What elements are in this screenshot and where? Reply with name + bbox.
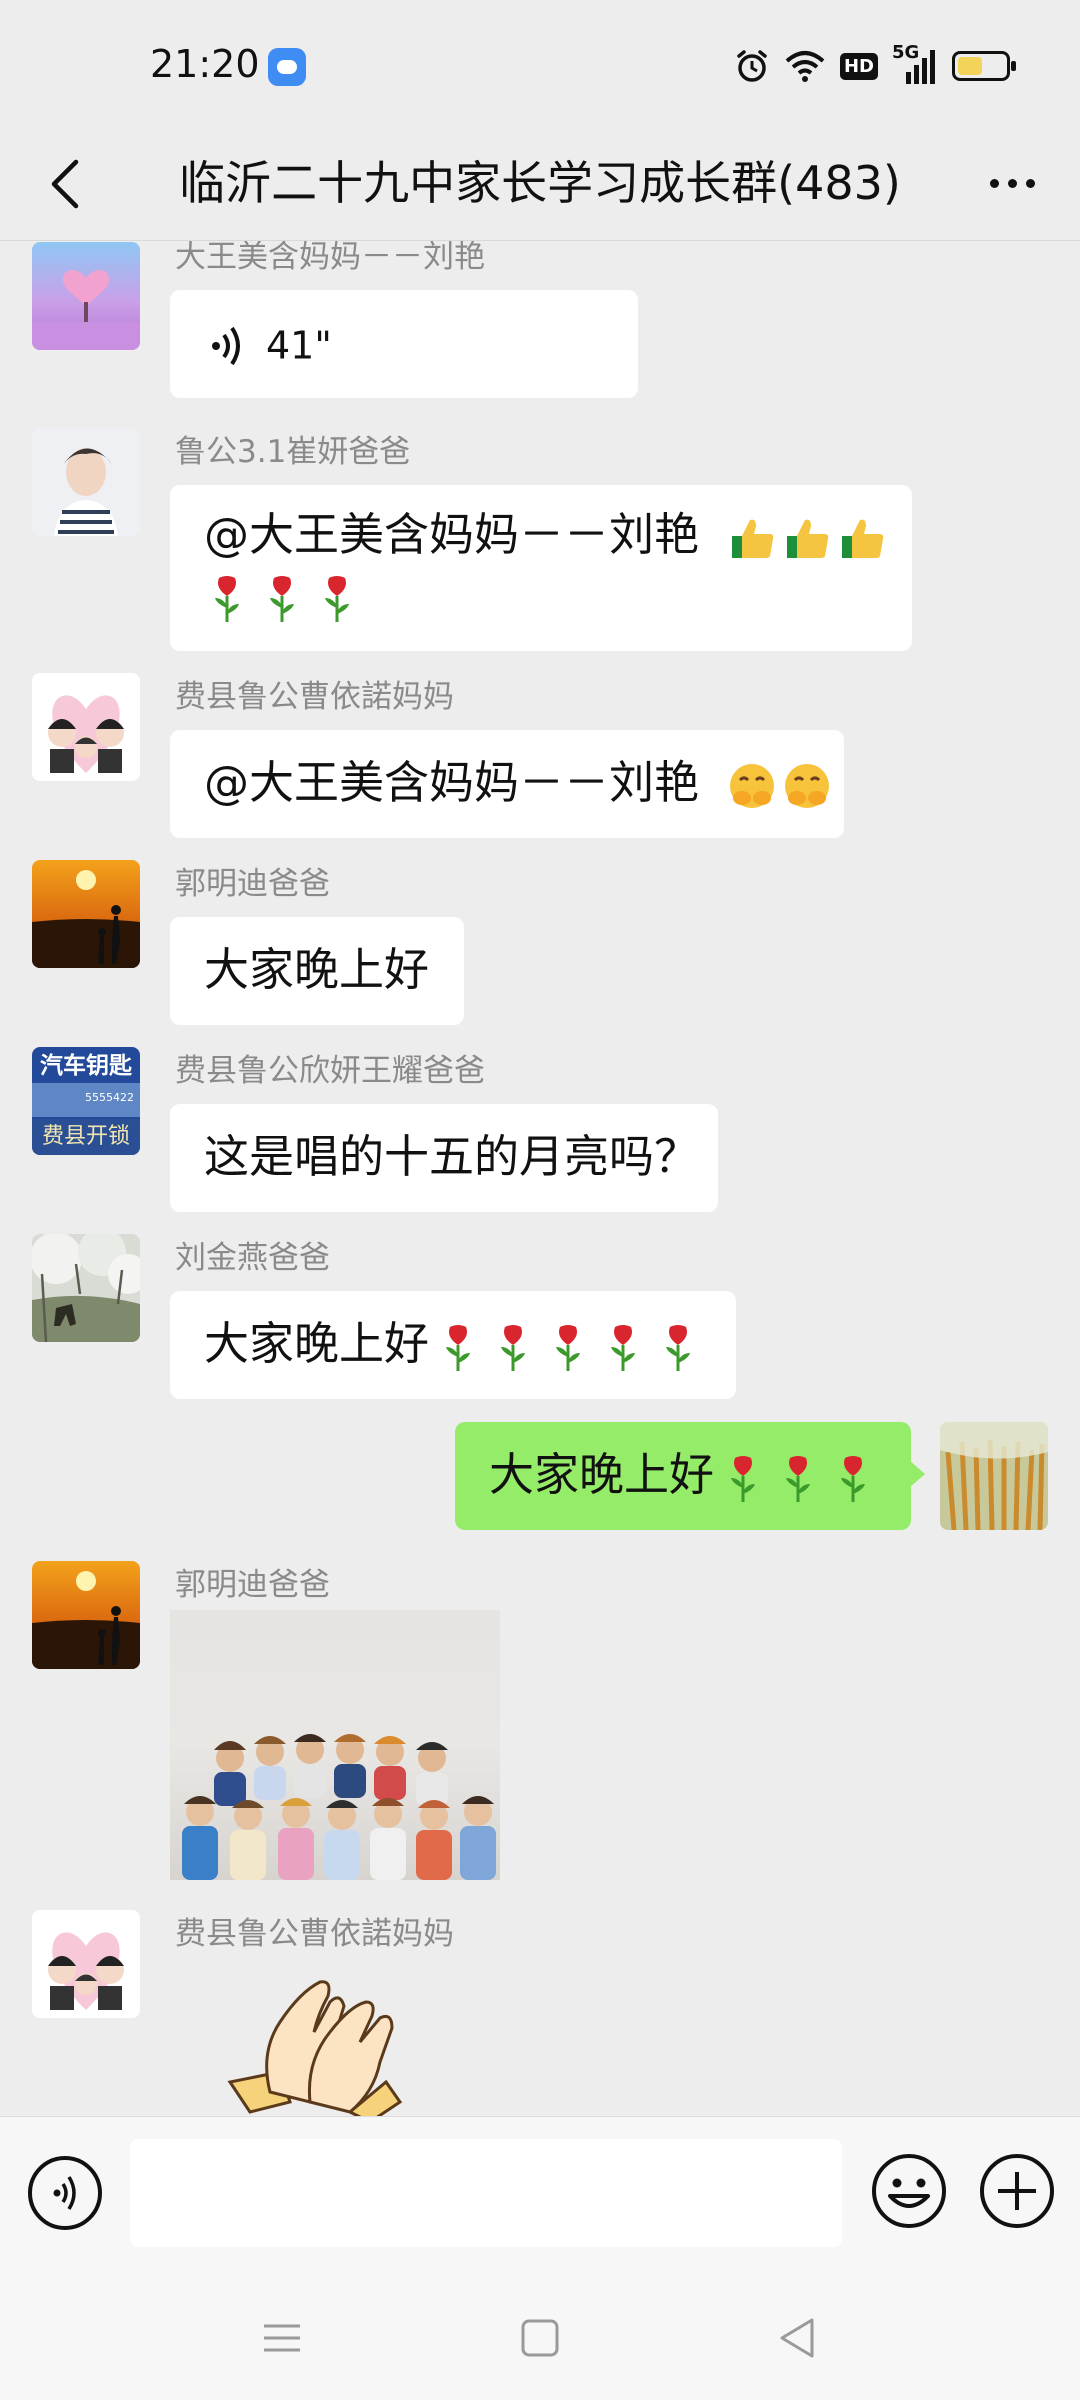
message-text: @大王美含妈妈－－刘艳 (204, 756, 700, 809)
status-bar: 21:20 HD 5G (0, 0, 1080, 130)
rose-icon (556, 1325, 581, 1371)
chat-header: 临沂二十九中家长学习成长群(483) (0, 130, 1080, 241)
home-square-icon[interactable] (510, 2308, 570, 2368)
thumbs-up-icon (732, 519, 774, 558)
voice-duration: 41" (266, 323, 332, 368)
avatar[interactable] (32, 860, 140, 968)
avatar[interactable] (32, 428, 140, 536)
self-avatar[interactable] (940, 1422, 1048, 1530)
sender-name: 郭明迪爸爸 (175, 866, 330, 902)
chat-title: 临沂二十九中家长学习成长群(483) (179, 156, 901, 210)
rose-icon (215, 576, 239, 622)
emoji-button-icon[interactable] (870, 2152, 948, 2230)
thumbs-up-icon (842, 519, 884, 558)
rose-icon (446, 1325, 471, 1371)
self-message-bubble[interactable]: 大家晚上好 (455, 1422, 925, 1530)
avatar[interactable] (32, 1910, 140, 2018)
avatar-sign-text: 汽车钥匙 (40, 1053, 132, 1079)
avatar[interactable] (32, 1234, 140, 1342)
voice-input-button[interactable] (28, 2156, 102, 2230)
avatar[interactable] (32, 242, 140, 350)
rose-icon (501, 1325, 526, 1371)
rose-icon (841, 1456, 866, 1502)
sender-name: 鲁公3.1崔妍爸爸 (175, 434, 411, 470)
rose-icon (270, 576, 294, 622)
sender-name: 费县鲁公曹依諾妈妈 (175, 1916, 454, 1952)
message-text: 大家晚上好 (204, 1317, 430, 1370)
text-message-bubble[interactable]: 大家晚上好 (170, 1291, 736, 1399)
hd-badge: HD (839, 52, 878, 80)
shy-face-icon (730, 764, 775, 808)
wifi-icon (785, 51, 825, 82)
voice-icon (53, 2176, 76, 2210)
avatar[interactable]: 汽车钥匙 5555422 费县开锁 (32, 1047, 140, 1155)
avatar-sign-text: 费县开锁 (32, 1119, 140, 1155)
rose-icon (666, 1325, 691, 1371)
message-input[interactable] (130, 2139, 842, 2247)
battery-icon (952, 51, 1016, 81)
message-text: @大王美含妈妈－－刘艳 (204, 508, 700, 561)
system-navigation-bar (0, 2286, 1080, 2400)
notification-app-icon (268, 48, 306, 86)
rose-icon (325, 576, 349, 622)
sender-name: 刘金燕爸爸 (175, 1240, 330, 1276)
image-message[interactable] (170, 1610, 500, 1880)
text-message-bubble[interactable]: 这是唱的十五的月亮吗？ (170, 1104, 718, 1212)
back-arrow-icon[interactable] (36, 152, 100, 216)
sender-name: 费县鲁公曹依諾妈妈 (175, 679, 454, 715)
message-list[interactable]: 大王美含妈妈－－刘艳 41" 鲁公3.1崔妍爸爸 @大王美含妈妈－－刘艳 费县鲁… (0, 241, 1080, 2116)
back-triangle-icon[interactable] (768, 2308, 828, 2368)
status-time: 21:20 (150, 42, 260, 86)
message-text: 大家晚上好 (204, 943, 430, 996)
input-bar (0, 2116, 1080, 2287)
status-icons: HD 5G (734, 42, 1016, 88)
sender-name: 郭明迪爸爸 (175, 1567, 330, 1603)
alarm-icon (737, 50, 767, 82)
avatar-phone-text: 5555422 (85, 1091, 134, 1104)
text-message-bubble[interactable]: @大王美含妈妈－－刘艳 (170, 730, 844, 838)
signal-5g-icon: 5G (892, 42, 938, 86)
sender-name: 大王美含妈妈－－刘艳 (175, 241, 485, 275)
rose-icon (731, 1456, 756, 1502)
clapping-hands-sticker[interactable] (210, 1962, 440, 2116)
voice-wave-icon (212, 326, 240, 365)
rose-icon (786, 1456, 811, 1502)
voice-message-bubble[interactable]: 41" (170, 290, 638, 398)
message-text: 大家晚上好 (489, 1448, 715, 1501)
shy-face-icon (785, 764, 830, 808)
more-functions-plus-icon[interactable] (978, 2152, 1056, 2230)
menu-icon[interactable] (252, 2308, 312, 2368)
rose-icon (611, 1325, 636, 1371)
message-text: 这是唱的十五的月亮吗？ (204, 1130, 700, 1183)
text-message-bubble[interactable]: @大王美含妈妈－－刘艳 (170, 485, 912, 651)
text-message-bubble[interactable]: 大家晚上好 (170, 917, 464, 1025)
sender-name: 费县鲁公欣妍王耀爸爸 (175, 1053, 485, 1089)
avatar[interactable] (32, 673, 140, 781)
more-options-icon[interactable] (972, 150, 1052, 216)
avatar[interactable] (32, 1561, 140, 1669)
thumbs-up-icon (787, 519, 829, 558)
